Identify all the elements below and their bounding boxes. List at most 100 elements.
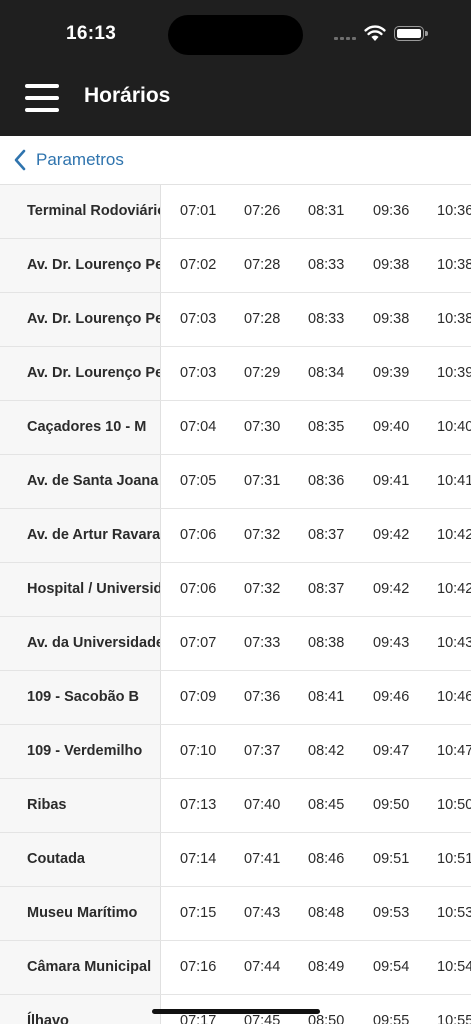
schedule-table[interactable]: Terminal Rodoviário 07:01 07:26 08:31 09:36 1… — [0, 185, 471, 1024]
time-cell: 10:54 — [437, 959, 471, 975]
time-cell: 10:40 — [437, 419, 471, 435]
time-cell: 07:32 — [244, 527, 281, 543]
time-cell: 07:15 — [180, 905, 217, 921]
chevron-left-icon — [14, 149, 26, 171]
back-button[interactable]: Parametros — [12, 148, 124, 172]
table-row: Av. Dr. Lourenço Peixinho 07:02 07:28 08:33… — [0, 239, 471, 293]
time-cell: 07:44 — [244, 959, 281, 975]
table-row: 109 - Sacobão B 07:09 07:36 08:41 09:46 10:46 — [0, 671, 471, 725]
stop-name-cell: 109 - Verdemilho — [0, 725, 161, 778]
time-cell: 07:07 — [180, 635, 217, 651]
time-cell: 10:46 — [437, 689, 471, 705]
time-cell: 08:45 — [308, 797, 345, 813]
stop-name-cell: Av. da Universidade — [0, 617, 161, 670]
back-button-label: Parametros — [36, 150, 124, 169]
time-cell: 07:28 — [244, 257, 281, 273]
back-bar: Parametros — [0, 136, 471, 185]
stop-name-cell: Caçadores 10 - M — [0, 401, 161, 454]
stop-name-cell: Museu Marítimo — [0, 887, 161, 940]
time-cell: 08:33 — [308, 311, 345, 327]
time-cell: 09:50 — [373, 797, 410, 813]
stop-name-cell: Av. Dr. Lourenço Peixinho — [0, 239, 161, 292]
time-cell: 07:33 — [244, 635, 281, 651]
table-row: Av. de Santa Joana 07:05 07:31 08:36 09:41 10… — [0, 455, 471, 509]
time-cell: 10:38 — [437, 311, 471, 327]
time-cell: 07:36 — [244, 689, 281, 705]
nav-bar: Horários — [0, 64, 471, 136]
time-cell: 10:50 — [437, 797, 471, 813]
time-cell: 07:10 — [180, 743, 217, 759]
table-row: Caçadores 10 - M 07:04 07:30 08:35 09:40 10:4… — [0, 401, 471, 455]
time-cell: 10:47 — [437, 743, 471, 759]
time-cell: 10:42 — [437, 581, 471, 597]
time-cell: 08:35 — [308, 419, 345, 435]
time-cell: 07:13 — [180, 797, 217, 813]
stop-name-cell: Av. Dr. Lourenço Peixinho — [0, 347, 161, 400]
time-cell: 07:06 — [180, 527, 217, 543]
time-cell: 08:38 — [308, 635, 345, 651]
time-cell: 07:01 — [180, 203, 217, 219]
time-cell: 07:31 — [244, 473, 281, 489]
table-row: Av. Dr. Lourenço Peixinho 07:03 07:29 08:34… — [0, 347, 471, 401]
table-row: 109 - Verdemilho 07:10 07:37 08:42 09:47 10:4… — [0, 725, 471, 779]
time-cell: 07:03 — [180, 365, 217, 381]
time-cell: 09:42 — [373, 581, 410, 597]
home-indicator — [152, 1009, 320, 1014]
time-cell: 09:42 — [373, 527, 410, 543]
time-cell: 09:46 — [373, 689, 410, 705]
time-cell: 09:43 — [373, 635, 410, 651]
stop-name-cell: Av. de Santa Joana — [0, 455, 161, 508]
stop-name-cell: Câmara Municipal — [0, 941, 161, 994]
time-cell: 08:48 — [308, 905, 345, 921]
time-cell: 08:41 — [308, 689, 345, 705]
stop-name-cell: Hospital / Universidade — [0, 563, 161, 616]
time-cell: 09:40 — [373, 419, 410, 435]
time-cell: 10:51 — [437, 851, 471, 867]
time-cell: 08:33 — [308, 257, 345, 273]
time-cell: 09:38 — [373, 311, 410, 327]
time-cell: 10:36 — [437, 203, 471, 219]
stop-name-cell: Av. Dr. Lourenço Peixinho — [0, 293, 161, 346]
time-cell: 08:46 — [308, 851, 345, 867]
time-cell: 09:41 — [373, 473, 410, 489]
time-cell: 07:04 — [180, 419, 217, 435]
time-cell: 07:43 — [244, 905, 281, 921]
time-cell: 10:55 — [437, 1013, 471, 1024]
time-cell: 07:41 — [244, 851, 281, 867]
table-row: Coutada 07:14 07:41 08:46 09:51 10:51 — [0, 833, 471, 887]
hamburger-icon[interactable] — [25, 84, 59, 112]
time-cell: 07:26 — [244, 203, 281, 219]
time-cell: 09:38 — [373, 257, 410, 273]
time-cell: 10:39 — [437, 365, 471, 381]
time-cell: 10:53 — [437, 905, 471, 921]
time-cell: 09:39 — [373, 365, 410, 381]
stop-name-cell: Ílhavo — [0, 995, 161, 1024]
time-cell: 07:37 — [244, 743, 281, 759]
stop-name-cell: Ribas — [0, 779, 161, 832]
time-cell: 07:02 — [180, 257, 217, 273]
time-cell: 07:09 — [180, 689, 217, 705]
time-cell: 08:49 — [308, 959, 345, 975]
time-cell: 07:03 — [180, 311, 217, 327]
stop-name-cell: 109 - Sacobão B — [0, 671, 161, 724]
table-row: Museu Marítimo 07:15 07:43 08:48 09:53 10:53 — [0, 887, 471, 941]
time-cell: 10:41 — [437, 473, 471, 489]
table-row: Av. Dr. Lourenço Peixinho 07:03 07:28 08:33… — [0, 293, 471, 347]
time-cell: 09:55 — [373, 1013, 410, 1024]
table-row: Av. da Universidade 07:07 07:33 08:38 09:43 1… — [0, 617, 471, 671]
status-bar: 16:13 — [0, 0, 471, 64]
time-cell: 07:05 — [180, 473, 217, 489]
table-row: Câmara Municipal 07:16 07:44 08:49 09:54 10:5… — [0, 941, 471, 995]
time-cell: 09:47 — [373, 743, 410, 759]
stop-name-cell: Av. de Artur Ravara — [0, 509, 161, 562]
time-cell: 09:53 — [373, 905, 410, 921]
time-cell: 07:29 — [244, 365, 281, 381]
time-cell: 09:36 — [373, 203, 410, 219]
time-cell: 09:54 — [373, 959, 410, 975]
time-cell: 08:37 — [308, 581, 345, 597]
time-cell: 10:38 — [437, 257, 471, 273]
time-cell: 09:51 — [373, 851, 410, 867]
time-cell: 07:14 — [180, 851, 217, 867]
wifi-icon — [364, 25, 386, 41]
time-cell: 07:30 — [244, 419, 281, 435]
